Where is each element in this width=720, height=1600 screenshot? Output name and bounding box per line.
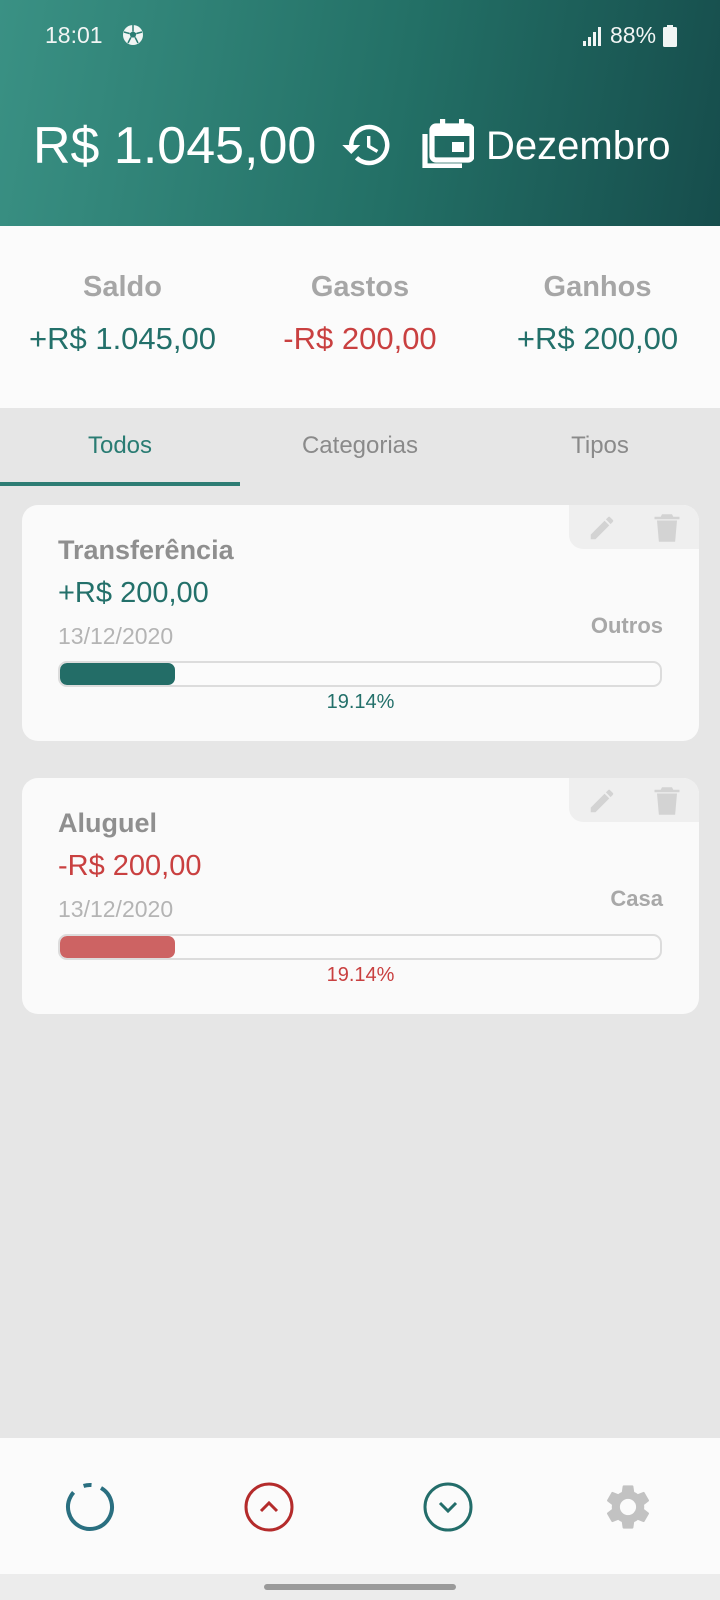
progress-fill (60, 663, 175, 685)
transaction-amount: -R$ 200,00 (58, 850, 202, 882)
signal-icon (583, 27, 601, 46)
saldo-label: Saldo (83, 271, 162, 303)
summary-ganhos: Ganhos +R$ 200,00 (475, 226, 720, 408)
card-actions (569, 505, 699, 549)
gesture-area (0, 1574, 720, 1600)
app-header: 18:01 88% R$ 1.045,00 Dezembro (0, 0, 720, 226)
tab-bar: Todos Categorias Tipos (0, 408, 720, 486)
transaction-card[interactable]: Transferência +R$ 200,00 13/12/2020 Outr… (22, 505, 699, 741)
transaction-title: Transferência (58, 535, 234, 565)
progress-percentage: 19.14% (326, 691, 395, 713)
saldo-value: +R$ 1.045,00 (28, 321, 216, 356)
summary-saldo: Saldo +R$ 1.045,00 (0, 226, 245, 408)
progress-fill (60, 936, 175, 958)
edit-icon[interactable] (587, 513, 617, 543)
month-selector[interactable]: Dezembro (486, 124, 671, 169)
history-icon[interactable] (340, 118, 394, 172)
ganhos-value: +R$ 200,00 (516, 321, 679, 356)
transaction-date: 13/12/2020 (58, 623, 174, 649)
transaction-category: Outros (590, 613, 663, 638)
tab-categorias[interactable]: Categorias (240, 408, 480, 486)
progress-bar (58, 661, 662, 687)
tab-todos[interactable]: Todos (0, 408, 240, 486)
edit-icon[interactable] (587, 786, 617, 816)
card-actions (569, 778, 699, 822)
balance-row: R$ 1.045,00 Dezembro (0, 102, 720, 192)
gastos-label: Gastos (310, 271, 410, 303)
battery-icon (663, 25, 677, 47)
transaction-date: 13/12/2020 (58, 896, 174, 922)
summary-gastos: Gastos -R$ 200,00 (245, 226, 475, 408)
battery-percentage: 88% (610, 22, 657, 48)
transaction-amount: +R$ 200,00 (58, 577, 209, 609)
home-gesture-bar[interactable] (264, 1584, 456, 1590)
overview-icon[interactable] (63, 1480, 117, 1534)
gastos-value: -R$ 200,00 (283, 321, 437, 356)
expense-icon[interactable] (421, 1480, 475, 1534)
bottom-navigation (0, 1438, 720, 1574)
status-time: 18:01 (45, 22, 103, 48)
transaction-card[interactable]: Aluguel -R$ 200,00 13/12/2020 Casa 19.14… (22, 778, 699, 1014)
ganhos-label: Ganhos (543, 271, 652, 303)
soccer-ball-icon (123, 25, 143, 45)
calendar-icon[interactable] (422, 116, 474, 168)
summary-panel: Saldo +R$ 1.045,00 Gastos -R$ 200,00 Gan… (0, 226, 720, 408)
status-bar: 18:01 88% (0, 0, 720, 72)
tab-indicator (0, 482, 240, 486)
transaction-title: Aluguel (58, 808, 157, 838)
delete-icon[interactable] (653, 786, 681, 816)
total-balance: R$ 1.045,00 (33, 117, 317, 175)
progress-percentage: 19.14% (326, 964, 395, 986)
tab-tipos[interactable]: Tipos (480, 408, 720, 486)
settings-icon[interactable] (601, 1480, 655, 1534)
income-icon[interactable] (242, 1480, 296, 1534)
transaction-category: Casa (610, 886, 663, 911)
delete-icon[interactable] (653, 513, 681, 543)
progress-bar (58, 934, 662, 960)
